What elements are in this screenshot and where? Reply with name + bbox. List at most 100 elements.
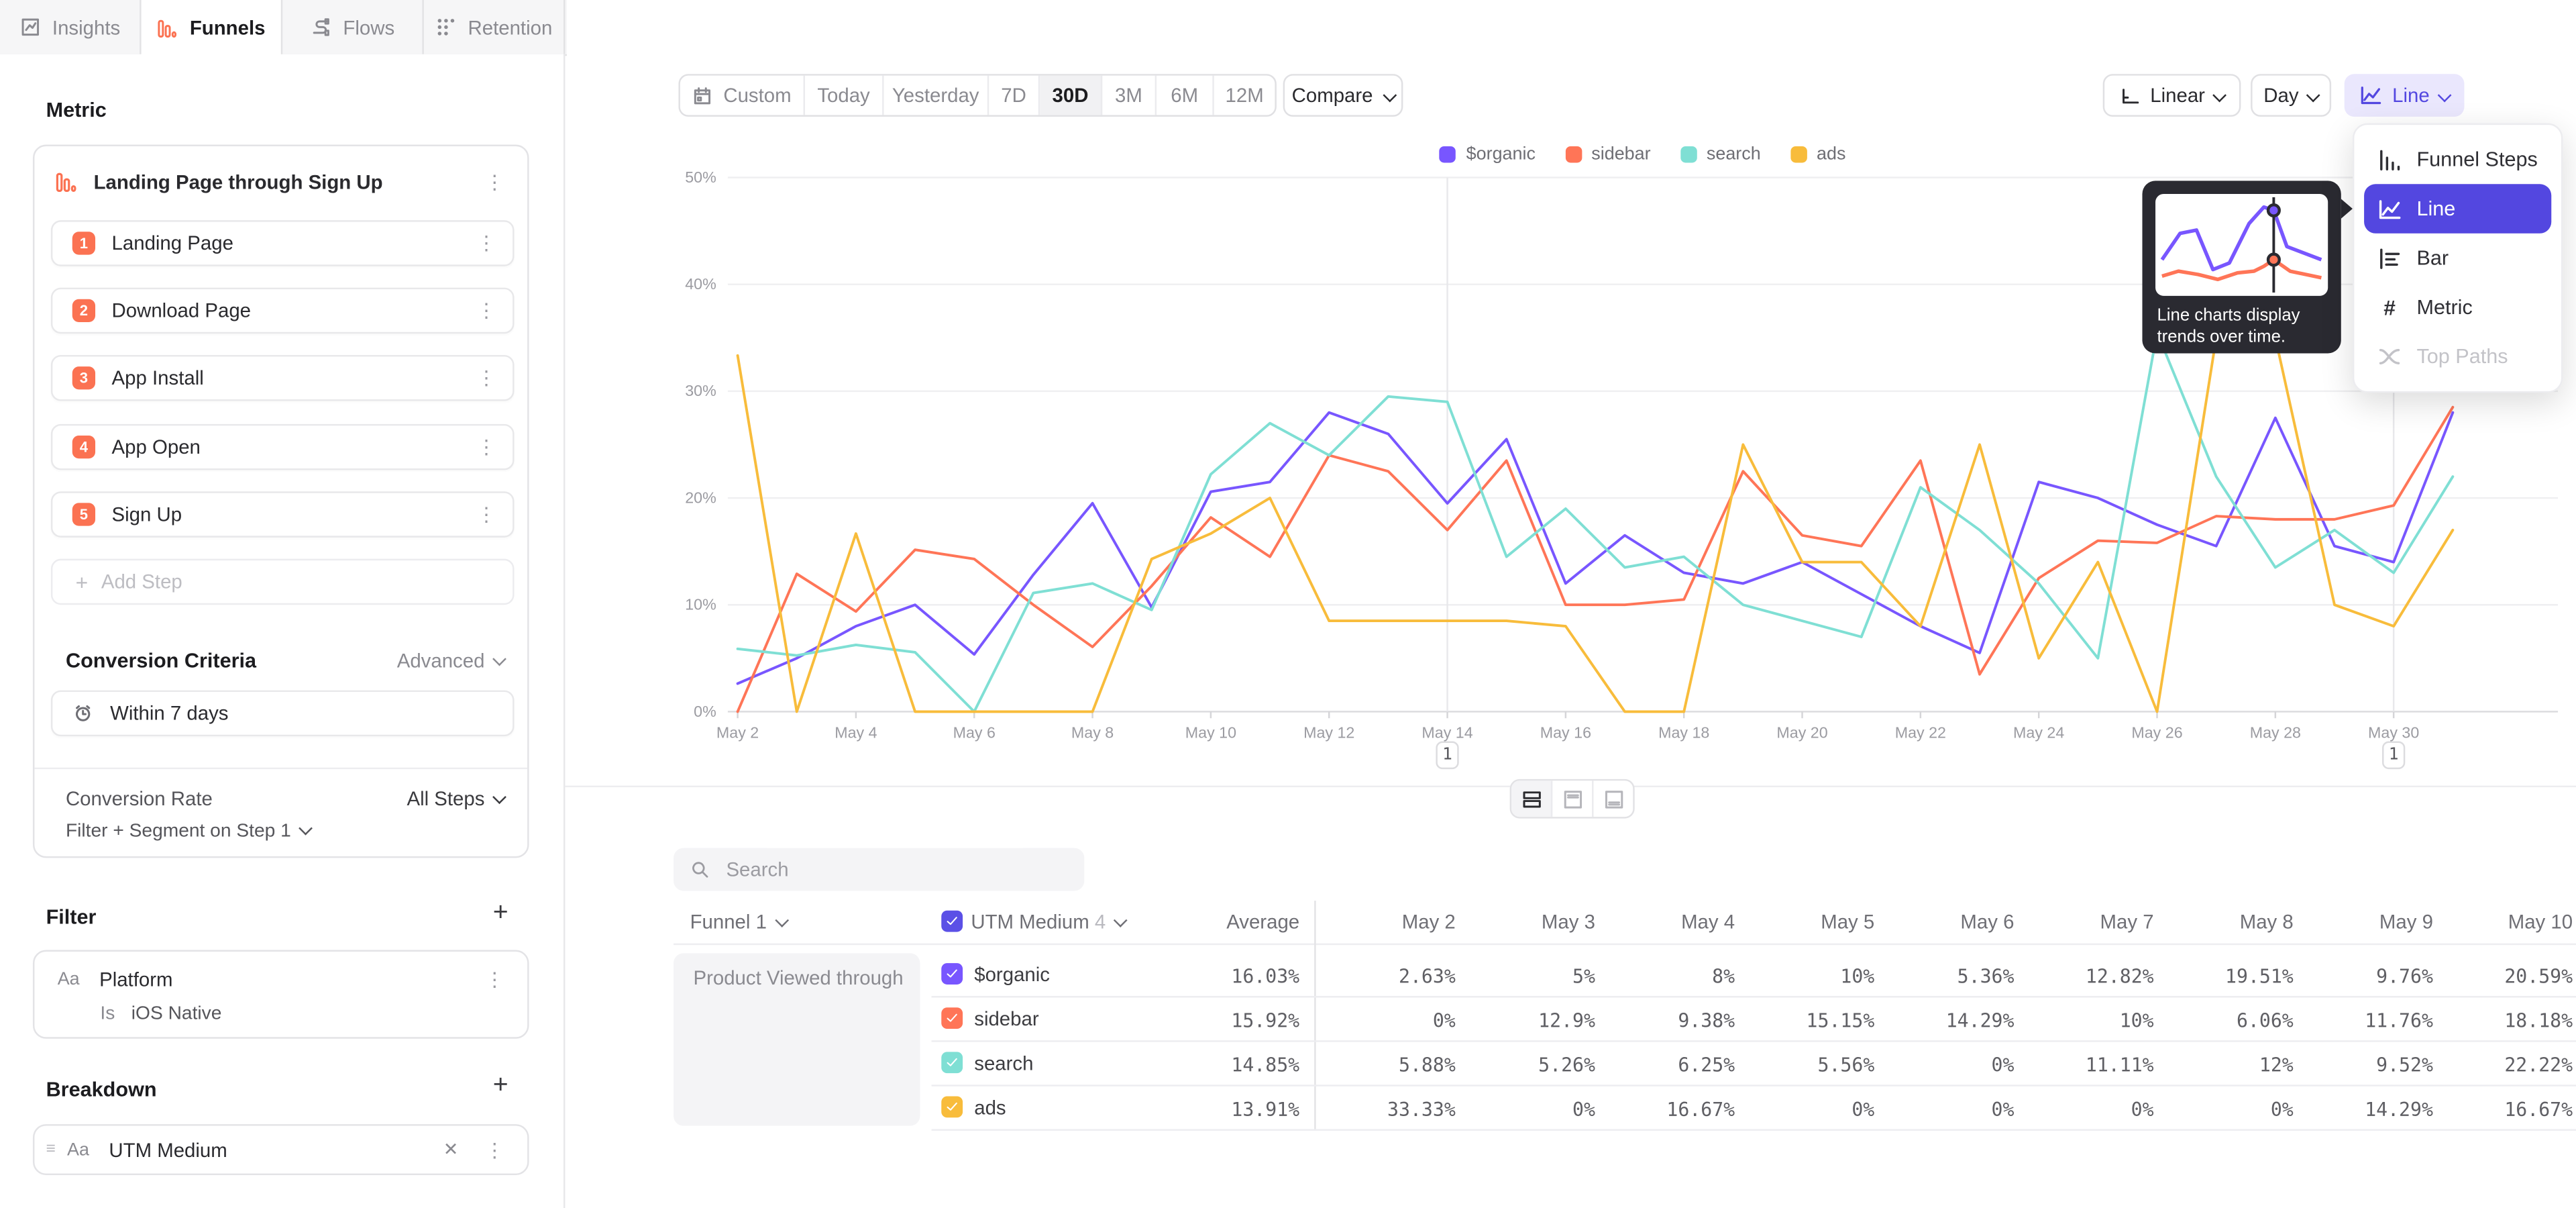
chevron-down-icon bbox=[775, 913, 789, 927]
column-header-may-8: May 8 bbox=[2162, 911, 2294, 934]
add-filter-button[interactable]: + bbox=[493, 901, 508, 927]
layout-toggle-bottom[interactable] bbox=[1594, 781, 1633, 817]
conversion-window-row[interactable]: Within 7 days bbox=[51, 691, 515, 737]
filter-heading: Filter bbox=[46, 905, 97, 928]
range-today[interactable]: Today bbox=[805, 76, 884, 115]
scale-dropdown[interactable]: Linear bbox=[2103, 74, 2241, 117]
filter-segment-dropdown[interactable]: Filter + Segment on Step 1 bbox=[66, 821, 311, 841]
chevron-down-icon bbox=[299, 821, 313, 836]
svg-text:May 18: May 18 bbox=[1658, 724, 1709, 742]
property-type-badge: Aa bbox=[58, 970, 80, 989]
tab-label: Flows bbox=[343, 15, 394, 38]
menu-item-metric[interactable]: #Metric bbox=[2364, 283, 2551, 332]
legend-item-organic[interactable]: $organic bbox=[1440, 145, 1536, 164]
funnel-step-app-install[interactable]: 3App Install⋮ bbox=[51, 356, 515, 402]
table-search[interactable] bbox=[674, 848, 1084, 891]
filter-kebab-icon[interactable]: ⋮ bbox=[468, 970, 521, 989]
funnel-step-sign-up[interactable]: 5Sign Up⋮ bbox=[51, 491, 515, 538]
cell-value: 5.56% bbox=[1727, 1054, 1874, 1076]
range-30d[interactable]: 30D bbox=[1040, 76, 1102, 115]
breakdown-card[interactable]: ≡ Aa UTM Medium ✕ ⋮ bbox=[33, 1124, 529, 1175]
funnel-column-dropdown[interactable]: Funnel 1 bbox=[690, 911, 787, 934]
legend-item-ads[interactable]: ads bbox=[1790, 145, 1846, 164]
filter-card[interactable]: Aa Platform ⋮ Is iOS Native bbox=[33, 950, 529, 1039]
svg-text:May 20: May 20 bbox=[1776, 724, 1827, 742]
add-step-button[interactable]: + Add Step bbox=[51, 559, 515, 605]
column-header-may-9: May 9 bbox=[2302, 911, 2433, 934]
svg-text:May 26: May 26 bbox=[2131, 724, 2182, 742]
funnel-step-app-open[interactable]: 4App Open⋮ bbox=[51, 423, 515, 470]
add-breakdown-button[interactable]: + bbox=[493, 1073, 508, 1099]
annotation-badge-may-14[interactable]: 1 bbox=[1436, 741, 1458, 769]
tab-label: Insights bbox=[52, 15, 120, 38]
breakdown-column-dropdown[interactable]: UTM Medium 4 bbox=[971, 911, 1125, 934]
step-kebab-icon[interactable]: ⋮ bbox=[460, 504, 513, 523]
range-12m[interactable]: 12M bbox=[1214, 76, 1275, 115]
menu-item-line[interactable]: Line bbox=[2364, 184, 2551, 233]
tab-insights[interactable]: Insights bbox=[0, 0, 142, 54]
funnel-kebab-icon[interactable]: ⋮ bbox=[468, 172, 521, 192]
breakdown-table: Funnel 1UTM Medium 4AverageMay 2May 3May… bbox=[674, 901, 2576, 1129]
range-6m[interactable]: 6M bbox=[1157, 76, 1214, 115]
range-3m[interactable]: 3M bbox=[1102, 76, 1157, 115]
drag-handle-icon[interactable]: ≡ bbox=[46, 1141, 56, 1159]
layout-toggle-rows[interactable] bbox=[1511, 781, 1552, 817]
advanced-dropdown[interactable]: Advanced bbox=[397, 649, 504, 672]
cell-value: 2.63% bbox=[1307, 965, 1455, 988]
table-row: search14.85%5.88%5.26%6.25%5.56%0%11.11%… bbox=[674, 1040, 2576, 1085]
annotation-badge-may-30[interactable]: 1 bbox=[2382, 741, 2405, 769]
breakdown-kebab-icon[interactable]: ⋮ bbox=[468, 1140, 521, 1159]
breakdown-col-count: 4 bbox=[1095, 911, 1106, 934]
cell-value: 0% bbox=[1866, 1054, 2014, 1076]
step-kebab-icon[interactable]: ⋮ bbox=[460, 369, 513, 389]
row-checkbox[interactable] bbox=[941, 1096, 963, 1117]
chevron-down-icon bbox=[2306, 89, 2320, 103]
conversion-window-value: Within 7 days bbox=[110, 702, 513, 725]
row-checkbox[interactable] bbox=[941, 1052, 963, 1073]
row-checkbox[interactable] bbox=[941, 1007, 963, 1029]
cell-value: 5.26% bbox=[1448, 1054, 1595, 1076]
chevron-down-icon bbox=[492, 790, 506, 804]
step-kebab-icon[interactable]: ⋮ bbox=[460, 234, 513, 253]
menu-item-funnel-steps[interactable]: Funnel Steps bbox=[2364, 135, 2551, 184]
menu-item-bar[interactable]: Bar bbox=[2364, 234, 2551, 283]
legend-item-sidebar[interactable]: sidebar bbox=[1565, 145, 1651, 164]
svg-text:May 16: May 16 bbox=[1540, 724, 1591, 742]
breakdown-header-checkbox[interactable] bbox=[941, 911, 963, 932]
step-kebab-icon[interactable]: ⋮ bbox=[460, 436, 513, 456]
svg-text:20%: 20% bbox=[685, 489, 716, 506]
funnel-col-count: 1 bbox=[756, 911, 767, 934]
row-checkbox[interactable] bbox=[941, 963, 963, 985]
add-step-label: Add Step bbox=[101, 570, 182, 593]
range-custom[interactable]: Custom bbox=[680, 76, 805, 115]
cell-value: 6.06% bbox=[2145, 1009, 2293, 1032]
funnel-steps-icon bbox=[2377, 147, 2402, 172]
top-tab-bar: Insights Funnels Flows Retention bbox=[0, 0, 567, 56]
filter-value[interactable]: iOS Native bbox=[131, 1004, 222, 1023]
filter-operator[interactable]: Is bbox=[100, 1004, 115, 1023]
range-yesterday[interactable]: Yesterday bbox=[884, 76, 989, 115]
funnel-step-download-page[interactable]: 2Download Page⋮ bbox=[51, 288, 515, 334]
step-kebab-icon[interactable]: ⋮ bbox=[460, 301, 513, 321]
cell-value: 15.15% bbox=[1727, 1009, 1874, 1032]
range-7d[interactable]: 7D bbox=[989, 76, 1040, 115]
close-icon[interactable]: ✕ bbox=[433, 1139, 468, 1160]
search-input[interactable] bbox=[723, 856, 1042, 883]
column-header-may-4: May 4 bbox=[1603, 911, 1735, 934]
cell-value: 10% bbox=[1727, 965, 1874, 988]
cell-value: 12.9% bbox=[1448, 1009, 1595, 1032]
funnel-step-landing-page[interactable]: 1Landing Page⋮ bbox=[51, 220, 515, 266]
layout-toggle-top[interactable] bbox=[1552, 781, 1593, 817]
tab-funnels[interactable]: Funnels bbox=[142, 0, 283, 56]
cell-value: 20.59% bbox=[2425, 965, 2573, 988]
chart-type-dropdown[interactable]: Line bbox=[2345, 74, 2465, 117]
compare-button[interactable]: Compare bbox=[1283, 74, 1403, 117]
svg-text:May 24: May 24 bbox=[2013, 724, 2064, 742]
granularity-dropdown[interactable]: Day bbox=[2251, 74, 2331, 117]
table-row: ads13.91%33.33%0%16.67%0%0%0%0%14.29%16.… bbox=[674, 1085, 2576, 1129]
cell-value: 15.92% bbox=[1152, 1009, 1299, 1032]
conversion-rate-dropdown[interactable]: All Steps bbox=[407, 787, 504, 810]
legend-item-search[interactable]: search bbox=[1680, 145, 1761, 164]
tab-flows[interactable]: Flows bbox=[282, 0, 424, 54]
tab-retention[interactable]: Retention bbox=[424, 0, 566, 54]
